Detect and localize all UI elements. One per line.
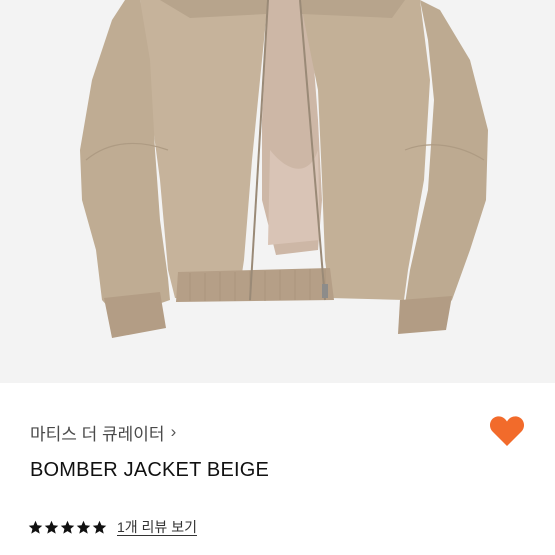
chevron-right-icon: › <box>170 422 177 441</box>
review-link[interactable]: 1개 리뷰 보기 <box>117 517 197 537</box>
star-icon <box>92 520 107 534</box>
brand-link[interactable]: 마티스 더 큐레이터 › <box>30 419 176 445</box>
heart-icon <box>489 416 525 446</box>
brand-name: 마티스 더 큐레이터 <box>30 424 165 444</box>
product-image[interactable] <box>0 0 555 383</box>
star-icon <box>44 520 59 534</box>
star-icon <box>60 520 75 534</box>
star-icon <box>76 520 91 534</box>
product-info: 마티스 더 큐레이터 › BOMBER JACKET BEIGE 1개 리뷰 보… <box>0 383 555 555</box>
rating-stars <box>28 520 107 535</box>
like-button[interactable] <box>485 409 529 453</box>
jacket-illustration <box>0 0 555 383</box>
star-icon <box>28 520 43 534</box>
product-title: BOMBER JACKET BEIGE <box>30 459 270 481</box>
rating-row: 1개 리뷰 보기 <box>28 517 197 537</box>
